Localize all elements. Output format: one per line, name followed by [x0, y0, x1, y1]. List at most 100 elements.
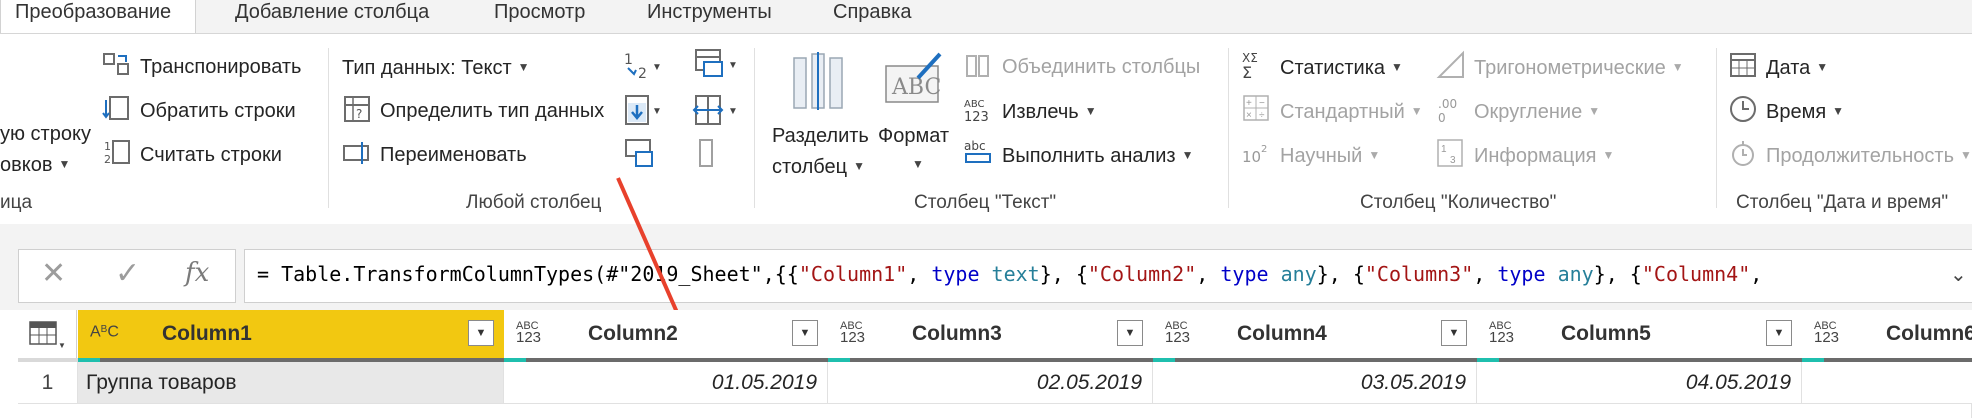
- column-header-column4[interactable]: ABC 123 Column4 ▼: [1153, 310, 1478, 359]
- column-header-column5[interactable]: ABC 123 Column5 ▼: [1477, 310, 1803, 359]
- tab-tools[interactable]: Инструменты: [647, 0, 772, 33]
- text-column-group-label: Столбец "Текст": [914, 192, 1057, 213]
- formula-token: "Column2": [1087, 262, 1197, 286]
- column-filter-dropdown[interactable]: ▼: [1766, 320, 1792, 346]
- date-dropdown[interactable]: Дата ▼: [1766, 55, 1828, 80]
- standard-dropdown[interactable]: Стандартный ▼: [1280, 99, 1423, 124]
- type-icon[interactable]: ABC 123: [1489, 320, 1514, 345]
- calendar-icon: [1730, 53, 1756, 77]
- column-header-column6[interactable]: ABC 123 Column6: [1802, 310, 1972, 359]
- trigonometry-dropdown[interactable]: Тригонометрические ▼: [1474, 55, 1684, 80]
- extract-icon: ABC 123: [964, 99, 989, 124]
- information-icon: 1 3: [1437, 139, 1463, 167]
- type-icon[interactable]: ABC 123: [1165, 320, 1190, 345]
- type-icon[interactable]: ABC: [90, 324, 119, 340]
- extract-dropdown[interactable]: Извлечь ▼: [1002, 99, 1097, 124]
- transpose-button[interactable]: Транспонировать: [140, 55, 301, 79]
- move-column-icon[interactable]: ▼: [692, 94, 740, 128]
- fill-down-icon[interactable]: ▼: [622, 94, 662, 128]
- format-button-label[interactable]: Формат: [878, 124, 949, 148]
- type-icon[interactable]: ABC 123: [840, 320, 865, 345]
- svg-text:▼: ▼: [652, 62, 662, 73]
- column-header-label: Column2: [588, 322, 678, 345]
- column-header-label: Column1: [162, 322, 252, 345]
- unpivot-columns-icon[interactable]: ▼: [692, 48, 740, 80]
- commit-icon[interactable]: ✓: [115, 256, 140, 291]
- svg-text:?: ?: [356, 107, 362, 121]
- statistics-dropdown[interactable]: Статистика ▼: [1280, 55, 1403, 80]
- svg-text:×: ×: [1246, 110, 1252, 121]
- rounding-dropdown[interactable]: Округление ▼: [1474, 99, 1600, 124]
- data-type-dropdown[interactable]: Тип данных: Текст ▼: [342, 55, 530, 80]
- fx-icon[interactable]: fx: [185, 258, 209, 288]
- table-cell[interactable]: 04.05.2019: [1477, 362, 1802, 404]
- cancel-icon[interactable]: ✕: [41, 256, 66, 291]
- split-column-icon: [793, 52, 843, 110]
- duration-dropdown[interactable]: Продолжительность ▼: [1766, 143, 1972, 168]
- column-filter-dropdown[interactable]: ▼: [1441, 320, 1467, 346]
- table-cell[interactable]: 01.05.2019: [504, 362, 828, 404]
- detect-type-button[interactable]: Определить тип данных: [380, 99, 604, 123]
- table-cell[interactable]: [1802, 362, 1972, 404]
- svg-text:ABC: ABC: [964, 99, 985, 110]
- replace-values-icon[interactable]: 1 2 ▼: [622, 50, 662, 80]
- formula-token: ,: [1473, 262, 1498, 286]
- tab-help[interactable]: Справка: [833, 0, 911, 33]
- count-rows-button[interactable]: Считать строки: [140, 143, 282, 167]
- column-filter-dropdown[interactable]: ▼: [792, 320, 818, 346]
- time-dropdown[interactable]: Время ▼: [1766, 99, 1844, 124]
- tab-view[interactable]: Просмотр: [494, 0, 585, 33]
- convert-to-list-icon[interactable]: [694, 138, 718, 170]
- merge-columns-icon: [966, 55, 989, 77]
- column-header-column1[interactable]: ABC Column1 ▼: [78, 310, 505, 359]
- reverse-rows-button[interactable]: Обратить строки: [140, 99, 296, 123]
- column-header-label: Column5: [1561, 322, 1651, 345]
- use-first-row-button-partial[interactable]: ую строку: [0, 122, 91, 146]
- split-column-button[interactable]: столбец ▼: [772, 154, 865, 179]
- format-dropdown-caret[interactable]: ▼: [906, 152, 924, 177]
- merge-columns-button[interactable]: Объединить столбцы: [1002, 55, 1200, 79]
- column-header-column3[interactable]: ABC 123 Column3 ▼: [828, 310, 1154, 359]
- formula-token: text: [991, 262, 1040, 286]
- formula-token: "Column1": [798, 262, 908, 286]
- format-icon: ABC: [885, 52, 942, 103]
- expand-formula-icon[interactable]: ⌄: [1950, 262, 1967, 287]
- column-filter-dropdown[interactable]: ▼: [1117, 320, 1143, 346]
- tab-add-column[interactable]: Добавление столбца: [235, 0, 429, 33]
- svg-text:÷: ÷: [1259, 110, 1265, 121]
- trigonometry-icon: [1436, 50, 1464, 78]
- parse-dropdown[interactable]: Выполнить анализ ▼: [1002, 143, 1193, 168]
- column-filter-dropdown[interactable]: ▼: [468, 320, 494, 346]
- stopwatch-icon: [1732, 141, 1754, 166]
- table-icon: ▼: [29, 321, 66, 350]
- type-icon[interactable]: ABC 123: [516, 320, 541, 345]
- column-header-column2[interactable]: ABC 123 Column2 ▼: [504, 310, 829, 359]
- tab-transform[interactable]: Преобразование: [0, 0, 196, 33]
- group-separator: [1228, 48, 1229, 208]
- table-cell[interactable]: Группа товаров: [78, 362, 504, 404]
- svg-text:−: −: [1259, 98, 1265, 109]
- svg-text:Σ: Σ: [1242, 63, 1252, 80]
- group-separator: [754, 48, 755, 208]
- svg-text:2: 2: [1261, 144, 1267, 155]
- formula-token: type: [931, 262, 980, 286]
- rename-icon: [343, 142, 369, 164]
- formula-text: = Table.TransformColumnTypes(#"2019_Shee…: [257, 262, 1763, 286]
- table-menu-button[interactable]: ▼: [18, 310, 77, 359]
- count-rows-icon: 1 2: [104, 140, 130, 166]
- datetime-column-group-label: Столбец "Дата и время": [1736, 192, 1949, 213]
- scientific-dropdown[interactable]: Научный ▼: [1280, 143, 1380, 168]
- pivot-column-icon[interactable]: [622, 138, 656, 170]
- table-cell[interactable]: 02.05.2019: [828, 362, 1153, 404]
- formula-input[interactable]: = Table.TransformColumnTypes(#"2019_Shee…: [244, 249, 1972, 303]
- formula-token: ,: [1196, 262, 1221, 286]
- row-index[interactable]: 1: [18, 362, 78, 404]
- detect-type-icon: ?: [344, 96, 370, 122]
- split-column-label-1[interactable]: Разделить: [772, 124, 869, 148]
- type-icon[interactable]: ABC 123: [1814, 320, 1839, 345]
- table-cell[interactable]: 03.05.2019: [1153, 362, 1477, 404]
- svg-text:2: 2: [104, 153, 111, 166]
- rename-button[interactable]: Переименовать: [380, 143, 527, 167]
- use-first-row-button-partial-2[interactable]: овков ▼: [0, 152, 70, 177]
- information-dropdown[interactable]: Информация ▼: [1474, 143, 1614, 168]
